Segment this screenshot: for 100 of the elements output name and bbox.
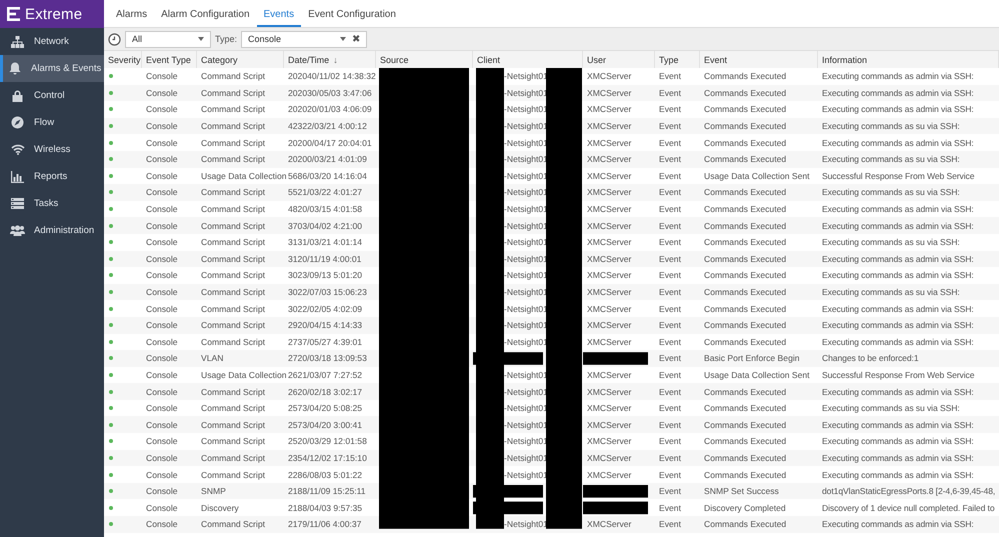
category-cell: Command Script — [201, 270, 265, 280]
date-time-cell: 3022/02/05 4:02:09 — [288, 304, 362, 314]
column-header[interactable]: Category — [197, 51, 284, 68]
lock-icon — [12, 90, 23, 102]
event-cell: Commands Executed — [704, 470, 786, 480]
date-time-cell: 3703/04/02 4:21:00 — [288, 220, 362, 231]
event-cell: Basic Port Enforce Begin — [704, 353, 800, 364]
column-header[interactable]: User — [583, 51, 655, 68]
type-cell: Event — [659, 138, 681, 148]
event-type-cell: Console — [146, 502, 178, 513]
event-type-cell: Console — [146, 452, 178, 463]
event-cell: SNMP Set Success — [704, 486, 779, 496]
type-label: Type: — [215, 34, 238, 44]
type-cell: Event — [659, 270, 681, 280]
sidebar-item[interactable]: Alarms & Events — [0, 55, 104, 82]
user-cell: XMCServer — [587, 170, 632, 181]
range-value: All — [132, 34, 142, 44]
tab[interactable]: Alarm Configuration — [154, 9, 256, 27]
category-cell: Command Script — [201, 71, 265, 82]
category-cell: Command Script — [201, 187, 265, 198]
client-cell: -Netsight01 — [504, 220, 548, 231]
date-time-cell: 2188/04/03 9:57:35 — [288, 502, 362, 513]
event-cell: Commands Executed — [704, 304, 786, 314]
caret-icon — [340, 37, 346, 41]
user-cell: XMCServer — [587, 403, 632, 414]
type-cell: Event — [659, 154, 681, 164]
sidebar-item[interactable]: Tasks — [0, 190, 104, 217]
information-cell: Successful Response From Web Service — [822, 370, 974, 380]
client-cell: -Netsight01 — [504, 204, 548, 214]
user-cell: XMCServer — [587, 304, 632, 314]
event-type-cell: Console — [146, 270, 178, 280]
user-cell: XMCServer — [587, 370, 632, 380]
caret-icon — [198, 37, 204, 41]
event-cell: Commands Executed — [704, 138, 786, 148]
date-time-cell: 2620/02/18 3:02:17 — [288, 386, 362, 397]
sidebar-item[interactable]: Network — [0, 28, 104, 55]
event-cell: Commands Executed — [704, 420, 786, 430]
client-cell: -Netsight01 — [504, 403, 548, 414]
column-header[interactable]: Information — [818, 51, 999, 68]
information-cell: Executing commands as admin via SSH: — [822, 138, 974, 148]
clock-icon[interactable] — [108, 32, 121, 46]
event-cell: Commands Executed — [704, 386, 786, 397]
client-cell: -Netsight01 — [504, 154, 548, 164]
user-cell: XMCServer — [587, 138, 632, 148]
user-cell: XMCServer — [587, 88, 632, 98]
category-cell: Usage Data Collection — [201, 370, 287, 380]
information-cell: Executing commands as admin via SSH: — [822, 470, 974, 480]
sidebar-item[interactable]: Flow — [0, 109, 104, 136]
user-cell: XMCServer — [587, 470, 632, 480]
event-type-cell: Console — [146, 287, 178, 298]
type-cell: Event — [659, 470, 681, 480]
tab[interactable]: Event Configuration — [301, 9, 403, 27]
column-header[interactable]: Date/Time ↓ — [284, 51, 376, 68]
information-cell: Executing commands as su via SSH: — [822, 121, 960, 132]
event-type-cell: Console — [146, 353, 178, 364]
type-cell: Event — [659, 320, 681, 330]
tab[interactable]: Alarms — [109, 9, 154, 27]
event-type-cell: Console — [146, 88, 178, 98]
type-cell: Event — [659, 104, 681, 114]
event-type-cell: Console — [146, 370, 178, 380]
column-header[interactable]: Event — [700, 51, 818, 68]
client-cell: -Netsight01 — [504, 104, 548, 114]
user-cell: XMCServer — [587, 254, 632, 264]
sidebar-item[interactable]: Control — [0, 82, 104, 109]
event-cell: Commands Executed — [704, 270, 786, 280]
client-cell: -Netsight01 — [504, 170, 548, 181]
category-cell: Command Script — [201, 138, 265, 148]
date-time-cell: 2737/05/27 4:39:01 — [288, 336, 362, 347]
information-cell: Executing commands as admin via SSH: — [822, 270, 974, 280]
clear-button[interactable]: ✖ — [352, 33, 360, 45]
sidebar-item[interactable]: Reports — [0, 163, 104, 190]
range-dropdown[interactable]: All — [125, 30, 211, 48]
client-cell: -Netsight01 — [504, 420, 548, 430]
information-cell: Executing commands as su via SSH: — [822, 237, 960, 248]
user-cell: XMCServer — [587, 420, 632, 430]
event-type-cell: Console — [146, 237, 178, 248]
column-header[interactable]: Type — [655, 51, 700, 68]
client-cell: -Netsight01 — [504, 237, 548, 248]
event-cell: Commands Executed — [704, 154, 786, 164]
logo-icon — [7, 7, 20, 21]
information-cell: Executing commands as admin via SSH: — [822, 204, 974, 214]
type-cell: Event — [659, 336, 681, 347]
column-header[interactable]: Event Type — [142, 51, 197, 68]
category-cell: Command Script — [201, 104, 265, 114]
category-cell: Command Script — [201, 386, 265, 397]
client-cell: -Netsight01 — [504, 470, 548, 480]
event-cell: Commands Executed — [704, 237, 786, 248]
client-cell: -Netsight01 — [504, 386, 548, 397]
event-cell: Commands Executed — [704, 104, 786, 114]
type-cell: Event — [659, 220, 681, 231]
sidebar-item[interactable]: Wireless — [0, 136, 104, 163]
type-cell: Event — [659, 187, 681, 198]
event-type-cell: Console — [146, 220, 178, 231]
sidebar-item[interactable]: Administration — [0, 217, 104, 244]
event-type-cell: Console — [146, 320, 178, 330]
information-cell: Executing commands as admin via SSH: — [822, 386, 974, 397]
event-cell: Commands Executed — [704, 519, 786, 530]
category-cell: Command Script — [201, 519, 265, 530]
type-dropdown[interactable]: Console ✖ — [241, 30, 368, 48]
column-header[interactable]: Severity — [104, 51, 142, 68]
